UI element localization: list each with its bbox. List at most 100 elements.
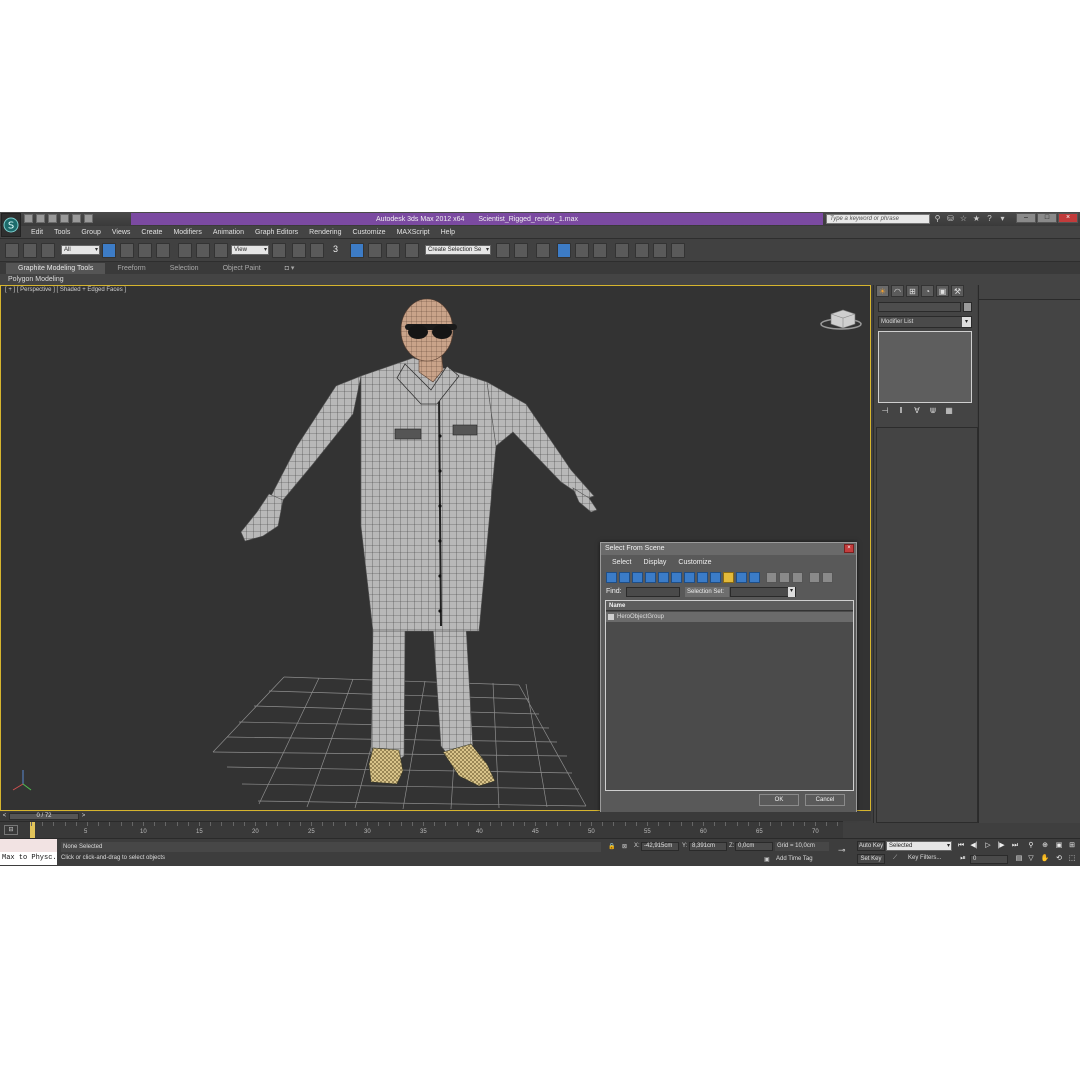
select-manipulate-icon[interactable] xyxy=(292,243,306,258)
ok-button[interactable]: OK xyxy=(759,794,799,806)
play-icon[interactable]: ▷ xyxy=(983,841,993,851)
x-coordinate-field[interactable]: -42,915cm xyxy=(641,842,679,851)
key-mode-icon[interactable]: ⟋ xyxy=(893,855,897,862)
unlink-icon[interactable] xyxy=(23,243,37,258)
display-icon[interactable]: ▣ xyxy=(936,285,949,297)
layer-manager-icon[interactable] xyxy=(536,243,550,258)
pivot-center-icon[interactable] xyxy=(272,243,286,258)
rect-selection-icon[interactable] xyxy=(138,243,152,258)
filter-icon[interactable] xyxy=(809,572,820,583)
modifier-list-dropdown[interactable]: Modifier List xyxy=(878,316,972,328)
next-key-icon[interactable]: |▶ xyxy=(996,841,1006,851)
track-bar[interactable]: ⊟ 5 10 15 20 25 30 35 40 45 50 55 60 65 70 xyxy=(0,821,843,838)
snap-toggle-label[interactable]: 3 xyxy=(333,244,338,254)
display-groups-icon[interactable] xyxy=(684,572,695,583)
reference-coord-dropdown[interactable]: View xyxy=(231,245,269,255)
viewport-label-menu[interactable]: [ + ] [ Perspective ] [ Shaded + Edged F… xyxy=(5,287,126,293)
angle-snap-icon[interactable] xyxy=(350,243,364,258)
favorites-icon[interactable]: ★ xyxy=(972,214,981,223)
zoom-all-icon[interactable]: ⊕ xyxy=(1040,841,1050,851)
mirror-icon[interactable] xyxy=(496,243,510,258)
display-shapes-icon[interactable] xyxy=(619,572,630,583)
ribbon-options-icon[interactable]: ◘ ▾ xyxy=(273,264,307,272)
maxscript-mini-listener[interactable]: Max to Physc. xyxy=(0,852,57,865)
object-name-field[interactable] xyxy=(878,302,961,312)
display-cameras-icon[interactable] xyxy=(645,572,656,583)
open-file-icon[interactable] xyxy=(36,214,45,223)
time-config-icon[interactable]: ▤ xyxy=(1014,854,1024,864)
graphite-toggle-icon[interactable] xyxy=(557,243,571,258)
zoom-extents-all-icon[interactable]: ⊞ xyxy=(1067,841,1077,851)
tab-graphite-modeling-tools[interactable]: Graphite Modeling Tools xyxy=(6,262,106,274)
select-and-link-icon[interactable] xyxy=(5,243,19,258)
y-coordinate-field[interactable]: 8,391cm xyxy=(689,842,727,851)
show-end-result-icon[interactable]: ‖ xyxy=(896,406,906,416)
add-time-tag[interactable]: Add Time Tag xyxy=(776,856,813,862)
object-color-swatch[interactable] xyxy=(963,302,972,312)
z-coordinate-field[interactable]: 0,0cm xyxy=(735,842,773,851)
time-slider[interactable]: < 0 / 72 > xyxy=(0,812,871,821)
menu-animation[interactable]: Animation xyxy=(213,229,244,236)
field-of-view-icon[interactable]: ▽ xyxy=(1026,854,1036,864)
remove-modifier-icon[interactable]: ⋓ xyxy=(928,406,938,416)
menu-group[interactable]: Group xyxy=(81,229,100,236)
tab-object-paint[interactable]: Object Paint xyxy=(211,265,273,272)
modifier-stack[interactable] xyxy=(878,331,972,403)
motion-icon[interactable]: ◔ xyxy=(921,285,934,297)
maximize-button[interactable]: □ xyxy=(1037,213,1057,223)
subscription-icon[interactable]: ⛁ xyxy=(946,214,955,223)
configure-sets-icon[interactable]: ▦ xyxy=(944,406,954,416)
select-all-icon[interactable] xyxy=(766,572,777,583)
pin-stack-icon[interactable]: ⊣ xyxy=(880,406,890,416)
bind-space-warp-icon[interactable] xyxy=(41,243,55,258)
display-spacewarps-icon[interactable] xyxy=(671,572,682,583)
modify-icon[interactable]: ◠ xyxy=(891,285,904,297)
scale-icon[interactable] xyxy=(214,243,228,258)
align-icon[interactable] xyxy=(514,243,528,258)
rotate-icon[interactable] xyxy=(196,243,210,258)
display-frozen-icon[interactable] xyxy=(736,572,747,583)
rendered-frame-window-icon[interactable] xyxy=(653,243,667,258)
select-by-name-icon[interactable] xyxy=(120,243,134,258)
dialog-menu-select[interactable]: Select xyxy=(612,559,631,566)
set-key-button[interactable]: Set Key xyxy=(857,854,885,864)
dialog-menu-customize[interactable]: Customize xyxy=(678,559,711,566)
project-folder-icon[interactable] xyxy=(84,214,93,223)
previous-frame-icon[interactable]: < xyxy=(1,813,8,820)
key-selection-dropdown[interactable]: Selected xyxy=(886,841,952,851)
zoom-icon[interactable]: ⚲ xyxy=(1026,841,1036,851)
spinner-snap-icon[interactable] xyxy=(386,243,400,258)
curve-editor-icon[interactable] xyxy=(575,243,589,258)
orbit-icon[interactable]: ⟲ xyxy=(1054,854,1064,864)
next-frame-icon[interactable]: > xyxy=(80,813,87,820)
menu-create[interactable]: Create xyxy=(141,229,162,236)
help-icon[interactable]: ? xyxy=(985,214,994,223)
close-button[interactable]: × xyxy=(1058,213,1078,223)
time-slider-thumb[interactable]: 0 / 72 xyxy=(9,813,79,820)
display-lights-icon[interactable] xyxy=(632,572,643,583)
absolute-mode-icon[interactable]: ⊠ xyxy=(622,843,627,850)
material-editor-icon[interactable] xyxy=(615,243,629,258)
utilities-icon[interactable]: ⚒ xyxy=(951,285,964,297)
go-to-end-icon[interactable]: ⏭ xyxy=(1010,841,1020,851)
binoculars-icon[interactable]: ⚲ xyxy=(933,214,942,223)
hierarchy-icon[interactable]: ⊞ xyxy=(906,285,919,297)
display-containers-icon[interactable] xyxy=(723,572,734,583)
ribbon-panel-polygon-modeling[interactable]: Polygon Modeling xyxy=(0,274,1080,285)
tab-selection[interactable]: Selection xyxy=(158,265,211,272)
select-object-icon[interactable] xyxy=(102,243,116,258)
display-helpers-icon[interactable] xyxy=(658,572,669,583)
display-bones-icon[interactable] xyxy=(710,572,721,583)
schematic-view-icon[interactable] xyxy=(593,243,607,258)
new-file-icon[interactable] xyxy=(24,214,33,223)
move-icon[interactable] xyxy=(178,243,192,258)
render-production-icon[interactable] xyxy=(671,243,685,258)
tab-freeform[interactable]: Freeform xyxy=(105,265,157,272)
key-filters-button[interactable]: Key Filters... xyxy=(908,855,941,861)
minimize-button[interactable]: – xyxy=(1016,213,1036,223)
display-xrefs-icon[interactable] xyxy=(697,572,708,583)
select-none-icon[interactable] xyxy=(779,572,790,583)
app-menu-button[interactable]: S xyxy=(1,213,21,237)
list-item[interactable]: HeroObjectGroup xyxy=(606,612,853,622)
menu-customize[interactable]: Customize xyxy=(352,229,385,236)
